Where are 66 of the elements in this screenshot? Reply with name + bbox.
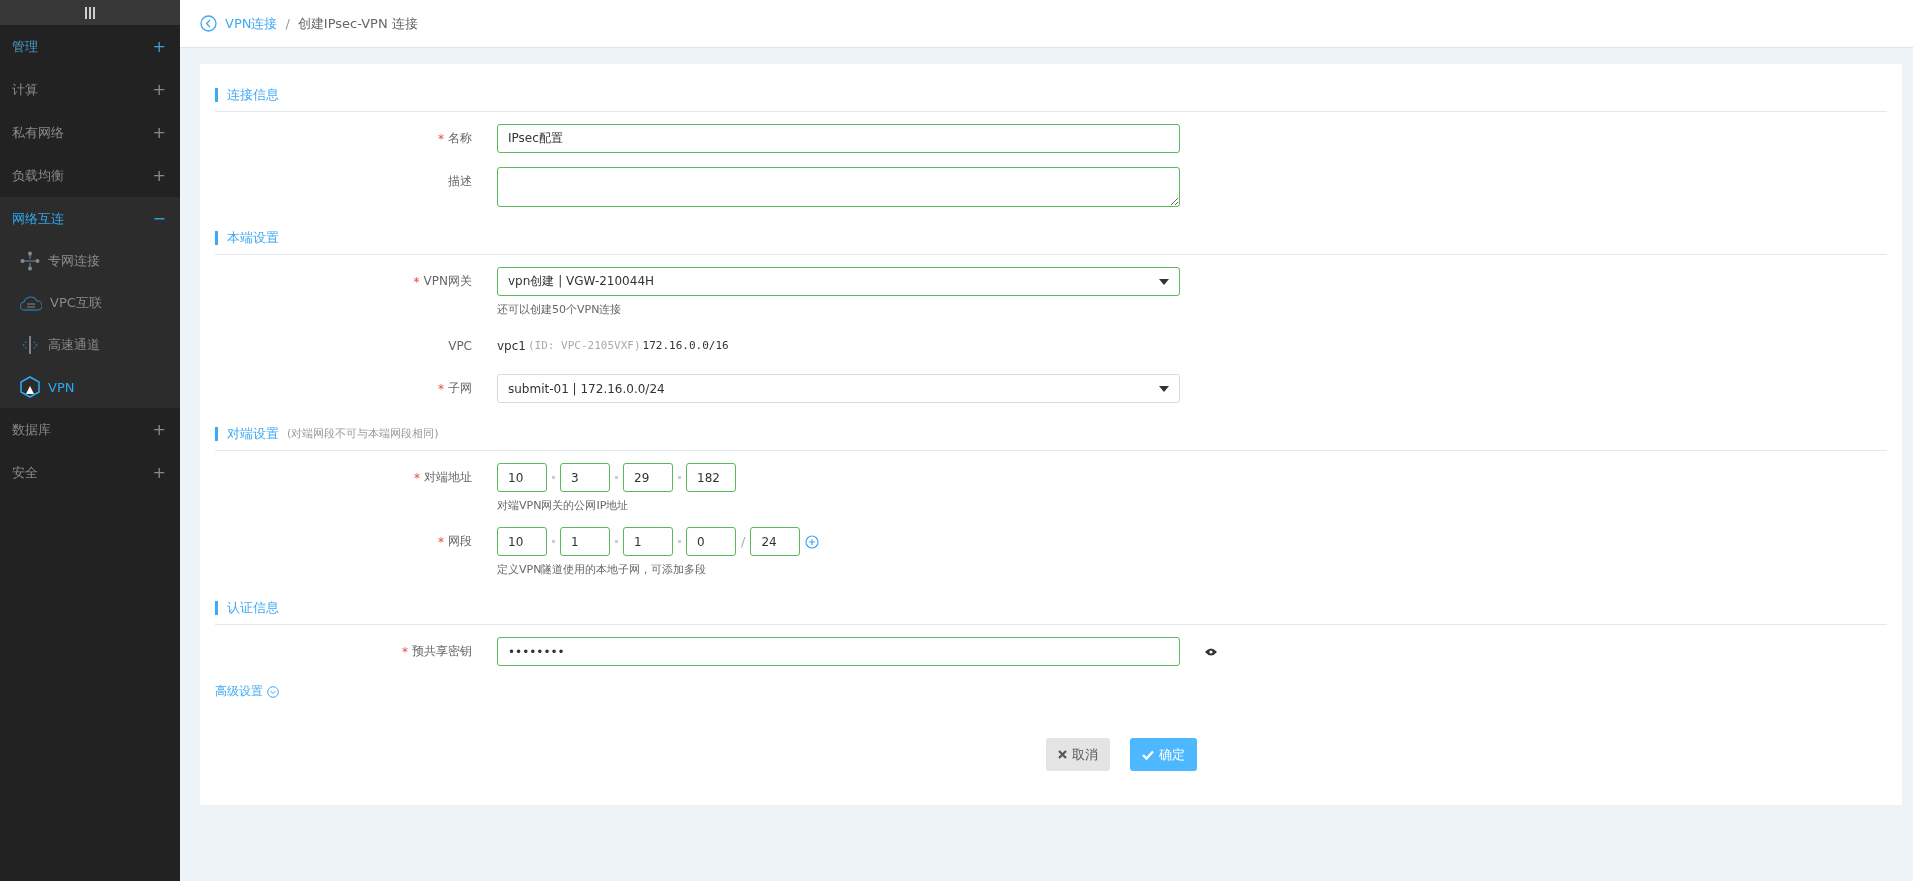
- vpc-id: (ID: VPC-2105VXF): [527, 339, 641, 352]
- add-circle-icon[interactable]: [805, 534, 820, 549]
- octet-input[interactable]: 10: [497, 463, 547, 492]
- select-field[interactable]: submit-01 | 172.16.0.0/24: [497, 374, 1180, 403]
- octet-input[interactable]: 1: [560, 527, 610, 556]
- breadcrumb-separator: /: [285, 16, 290, 31]
- required-mark: *: [438, 381, 444, 396]
- toggle-sign: +: [152, 37, 166, 56]
- required-mark: *: [438, 534, 444, 549]
- section-title: 认证信息: [215, 600, 279, 615]
- field-label: 子网: [448, 380, 472, 397]
- breadcrumb-current: 创建IPsec-VPN 连接: [297, 14, 418, 33]
- caret-icon: [1159, 385, 1169, 392]
- section-note: (对端网段不可与本端网段相同): [287, 426, 439, 441]
- sidebar-item[interactable]: VPC互联: [0, 282, 180, 324]
- octet-input[interactable]: 0: [686, 527, 736, 556]
- sidebar-group[interactable]: 网络互连 −: [0, 197, 180, 240]
- field-hint: 对端VPN网关的公网IP地址: [497, 498, 630, 513]
- octet-input[interactable]: 1: [623, 527, 673, 556]
- channel-icon: [20, 335, 40, 355]
- octet-input[interactable]: 182: [686, 463, 736, 492]
- description-input[interactable]: [497, 167, 1180, 207]
- sidebar-item[interactable]: VPN: [0, 366, 180, 408]
- prefix-input[interactable]: 24: [750, 527, 801, 556]
- vpc-name: vpc1: [497, 338, 526, 353]
- required-mark: *: [414, 470, 420, 485]
- required-mark: *: [438, 131, 444, 146]
- cloud-arrows-icon: [20, 295, 42, 311]
- required-mark: *: [402, 644, 408, 659]
- field-label: VPN网关: [423, 273, 472, 290]
- field-label: 描述: [448, 173, 472, 190]
- octet-input[interactable]: 3: [560, 463, 610, 492]
- field-hint: 还可以创建50个VPN连接: [497, 302, 623, 317]
- octet-input[interactable]: 29: [623, 463, 673, 492]
- octet-input[interactable]: 10: [497, 527, 547, 556]
- sidebar-item[interactable]: 专网连接: [0, 240, 180, 282]
- select-field[interactable]: vpn创建 | VGW-210044H: [497, 267, 1180, 296]
- field-label: 名称: [448, 130, 472, 147]
- toggle-sign: +: [152, 420, 166, 439]
- password-input[interactable]: ••••••••: [497, 637, 1180, 666]
- section-title: 本端设置: [215, 230, 279, 245]
- toggle-sign: +: [152, 123, 166, 142]
- hexagon-shield-icon: [20, 376, 40, 398]
- name-input[interactable]: IPsec配置: [497, 124, 1180, 153]
- slash-separator: /: [741, 534, 746, 549]
- field-label: 网段: [448, 533, 472, 550]
- caret-icon: [1159, 278, 1169, 285]
- toggle-sign: +: [152, 166, 166, 185]
- network-nodes-icon: [20, 251, 40, 271]
- toggle-sign: +: [152, 80, 166, 99]
- field-label: 预共享密钥: [412, 643, 472, 660]
- toggle-sign: −: [152, 209, 166, 228]
- cancel-button[interactable]: 取消: [1045, 738, 1110, 771]
- back-circle-icon[interactable]: [200, 15, 217, 32]
- close-icon: [1057, 750, 1067, 759]
- sidebar-item[interactable]: 高速通道: [0, 324, 180, 366]
- section-title: 对端设置: [215, 426, 279, 441]
- chevron-circle-icon: [267, 685, 279, 698]
- field-label: 对端地址: [424, 469, 472, 486]
- check-icon: [1141, 749, 1154, 760]
- required-mark: *: [413, 274, 420, 289]
- section-title: 连接信息: [215, 87, 279, 102]
- field-label: VPC: [448, 338, 472, 353]
- field-hint: 定义VPN隧道使用的本地子网，可添加多段: [497, 562, 708, 577]
- toggle-sign: +: [152, 463, 166, 482]
- vpc-cidr: 172.16.0.0/16: [642, 339, 729, 352]
